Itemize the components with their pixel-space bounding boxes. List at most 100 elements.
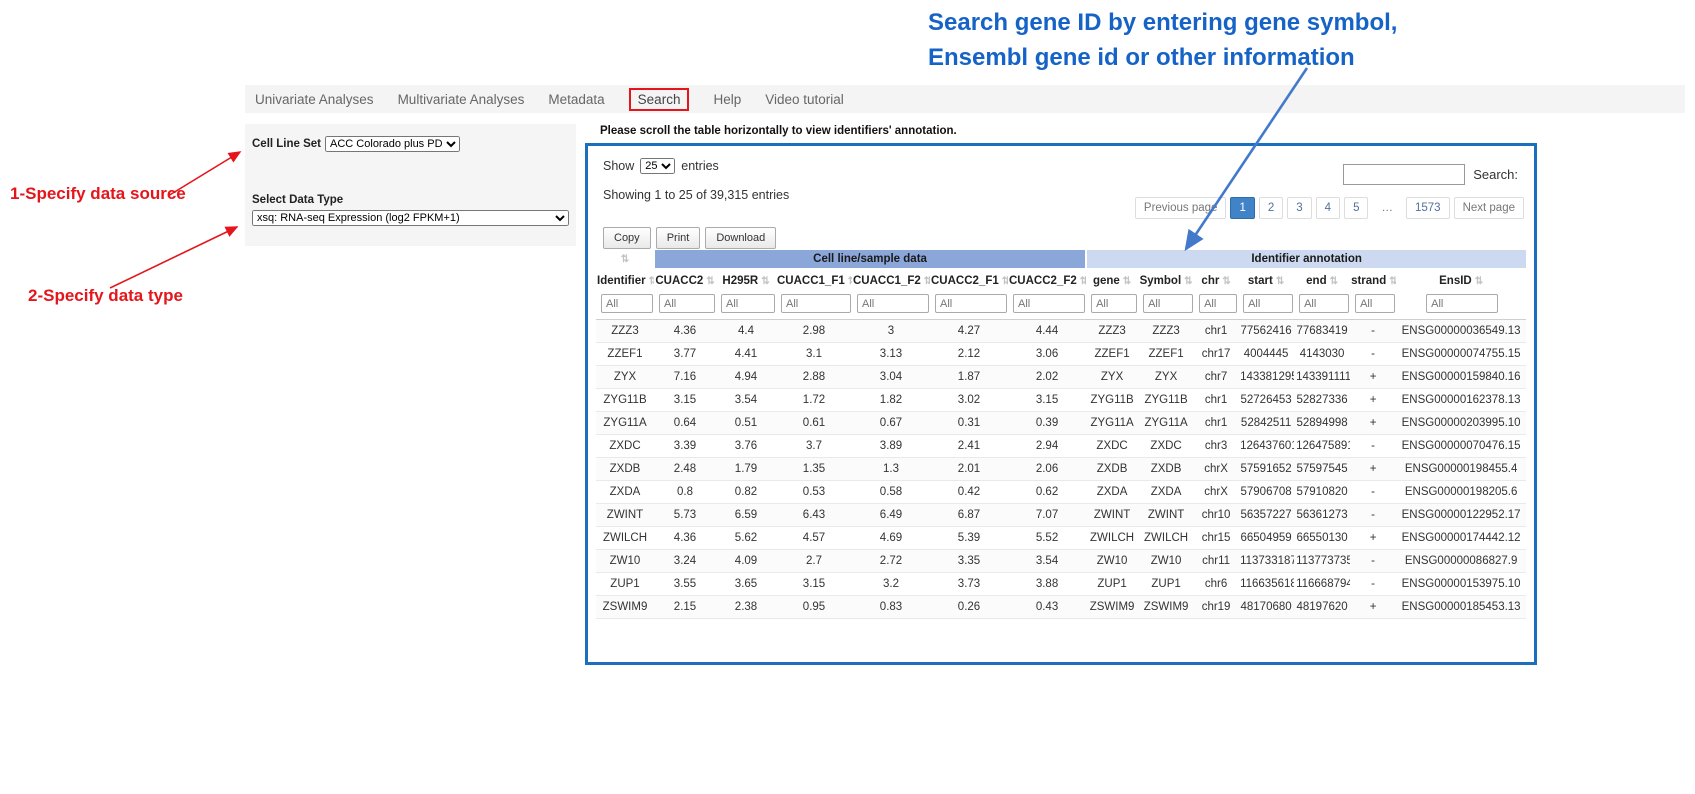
table-row-zup1[interactable]: ZUP13.553.653.153.23.733.88ZUP1ZUP1chr61… [596, 573, 1526, 596]
table-row-zzef1[interactable]: ZZEF13.774.413.13.132.123.06ZZEF1ZZEF1ch… [596, 343, 1526, 366]
filter-input-h295r[interactable] [721, 294, 775, 313]
sort-icon[interactable]: ⇅ [848, 276, 852, 287]
entries-per-page-select[interactable]: 25 [640, 158, 675, 174]
cell-cuacc1-f2: 1.82 [852, 389, 930, 412]
column-header-start[interactable]: start⇅ [1238, 268, 1294, 292]
column-label: CUACC2 [655, 275, 703, 287]
cell-strand: + [1350, 527, 1396, 550]
column-header-end[interactable]: end⇅ [1294, 268, 1350, 292]
print-button[interactable]: Print [656, 227, 701, 249]
cell-start: 116635618 [1238, 573, 1294, 596]
nav-item-video-tutorial[interactable]: Video tutorial [765, 92, 844, 107]
cell-gene: ZYX [1086, 366, 1138, 389]
nav-item-metadata[interactable]: Metadata [548, 92, 604, 107]
sort-icon[interactable]: ⇅ [649, 276, 654, 287]
column-header-cuacc2-f2[interactable]: CUACC2_F2⇅ [1008, 268, 1086, 292]
sort-icon[interactable]: ⇅ [1123, 276, 1131, 287]
column-header-identifier[interactable]: Identifier⇅ [596, 268, 654, 292]
filter-input-strand[interactable] [1355, 294, 1395, 313]
sort-icon[interactable]: ⇅ [1222, 276, 1230, 287]
table-row-zyx[interactable]: ZYX7.164.942.883.041.872.02ZYXZYXchr7143… [596, 366, 1526, 389]
filter-input-cuacc2-f1[interactable] [935, 294, 1007, 313]
cell-cuacc2-f2: 3.88 [1008, 573, 1086, 596]
sort-icon[interactable]: ⇅ [706, 276, 714, 287]
cell-h295r: 5.62 [716, 527, 776, 550]
nav-item-help[interactable]: Help [713, 92, 741, 107]
group-header-identifier-annotation: Identifier annotation [1086, 250, 1526, 268]
filter-input-end[interactable] [1299, 294, 1349, 313]
nav-item-univariate-analyses[interactable]: Univariate Analyses [255, 92, 374, 107]
sort-icon[interactable]: ⇅ [1184, 276, 1192, 287]
cell-chr: chr7 [1194, 366, 1238, 389]
table-row-zyg11b[interactable]: ZYG11B3.153.541.721.823.023.15ZYG11BZYG1… [596, 389, 1526, 412]
search-input[interactable] [1343, 164, 1465, 185]
column-header-chr[interactable]: chr⇅ [1194, 268, 1238, 292]
column-header-h295r[interactable]: H295R⇅ [716, 268, 776, 292]
page-button-1573[interactable]: 1573 [1406, 197, 1450, 219]
cell-chr: chr10 [1194, 504, 1238, 527]
column-header-ensid[interactable]: EnsID⇅ [1396, 268, 1526, 292]
cell-line-set-select[interactable]: ACC Colorado plus PDX [325, 136, 460, 152]
column-header-cuacc2-f1[interactable]: CUACC2_F1⇅ [930, 268, 1008, 292]
filter-input-chr[interactable] [1199, 294, 1237, 313]
column-header-symbol[interactable]: Symbol⇅ [1138, 268, 1194, 292]
cell-cuacc2: 2.48 [654, 458, 716, 481]
page-button-1[interactable]: 1 [1230, 197, 1254, 219]
column-header-strand[interactable]: strand⇅ [1350, 268, 1396, 292]
column-header-cuacc1-f1[interactable]: CUACC1_F1⇅ [776, 268, 852, 292]
sort-icon[interactable]: ⇅ [1389, 276, 1396, 287]
filter-input-cuacc1-f2[interactable] [857, 294, 929, 313]
cell-identifier: ZZEF1 [596, 343, 654, 366]
table-row-zwint[interactable]: ZWINT5.736.596.436.496.877.07ZWINTZWINTc… [596, 504, 1526, 527]
filter-input-gene[interactable] [1091, 294, 1137, 313]
download-button[interactable]: Download [705, 227, 776, 249]
page-button-3[interactable]: 3 [1287, 197, 1311, 219]
filter-input-identifier[interactable] [601, 294, 653, 313]
table-row-zswim9[interactable]: ZSWIM92.152.380.950.830.260.43ZSWIM9ZSWI… [596, 596, 1526, 619]
cell-cuacc2-f2: 0.43 [1008, 596, 1086, 619]
filter-input-ensid[interactable] [1426, 294, 1498, 313]
table-row-zyg11a[interactable]: ZYG11A0.640.510.610.670.310.39ZYG11AZYG1… [596, 412, 1526, 435]
table-row-zzz3[interactable]: ZZZ34.364.42.9834.274.44ZZZ3ZZZ3chr17756… [596, 320, 1526, 343]
page-button-2[interactable]: 2 [1259, 197, 1283, 219]
table-row-zxdc[interactable]: ZXDC3.393.763.73.892.412.94ZXDCZXDCchr31… [596, 435, 1526, 458]
column-header-gene[interactable]: gene⇅ [1086, 268, 1138, 292]
copy-button[interactable]: Copy [603, 227, 651, 249]
cell-gene: ZUP1 [1086, 573, 1138, 596]
cell-cuacc1-f1: 3.15 [776, 573, 852, 596]
sort-icon[interactable]: ⇅ [1002, 276, 1008, 287]
cell-strand: + [1350, 389, 1396, 412]
sort-icon[interactable]: ⇅ [1475, 276, 1483, 287]
cell-strand: - [1350, 573, 1396, 596]
filter-cell-identifier [596, 292, 654, 320]
filter-input-symbol[interactable] [1143, 294, 1193, 313]
filter-input-start[interactable] [1243, 294, 1293, 313]
nav-item-search[interactable]: Search [629, 88, 690, 111]
filter-input-cuacc2[interactable] [659, 294, 715, 313]
data-type-select[interactable]: xsq: RNA-seq Expression (log2 FPKM+1) [252, 210, 569, 226]
cell-gene: ZYG11B [1086, 389, 1138, 412]
table-row-zw10[interactable]: ZW103.244.092.72.723.353.54ZW10ZW10chr11… [596, 550, 1526, 573]
sort-icon[interactable]: ⇅ [621, 254, 629, 265]
page-button-5[interactable]: 5 [1344, 197, 1368, 219]
previous-page-button[interactable]: Previous page [1135, 197, 1227, 219]
table-row-zwilch[interactable]: ZWILCH4.365.624.574.695.395.52ZWILCHZWIL… [596, 527, 1526, 550]
table-row-zxda[interactable]: ZXDA0.80.820.530.580.420.62ZXDAZXDAchrX5… [596, 481, 1526, 504]
annotation-heading-line1: Search gene ID by entering gene symbol, [928, 6, 1518, 41]
table-row-zxdb[interactable]: ZXDB2.481.791.351.32.012.06ZXDBZXDBchrX5… [596, 458, 1526, 481]
filter-cell-h295r [716, 292, 776, 320]
show-label: Show [603, 159, 634, 173]
sort-icon[interactable]: ⇅ [761, 276, 769, 287]
filter-input-cuacc2-f2[interactable] [1013, 294, 1085, 313]
nav-item-multivariate-analyses[interactable]: Multivariate Analyses [398, 92, 525, 107]
next-page-button[interactable]: Next page [1454, 197, 1524, 219]
sort-icon[interactable]: ⇅ [1330, 276, 1338, 287]
sort-icon[interactable]: ⇅ [1276, 276, 1284, 287]
filter-cell-cuacc2 [654, 292, 716, 320]
sort-icon[interactable]: ⇅ [924, 276, 930, 287]
column-header-cuacc1-f2[interactable]: CUACC1_F2⇅ [852, 268, 930, 292]
column-header-cuacc2[interactable]: CUACC2⇅ [654, 268, 716, 292]
page-button-4[interactable]: 4 [1316, 197, 1340, 219]
filter-input-cuacc1-f1[interactable] [781, 294, 851, 313]
sort-icon[interactable]: ⇅ [1080, 276, 1086, 287]
